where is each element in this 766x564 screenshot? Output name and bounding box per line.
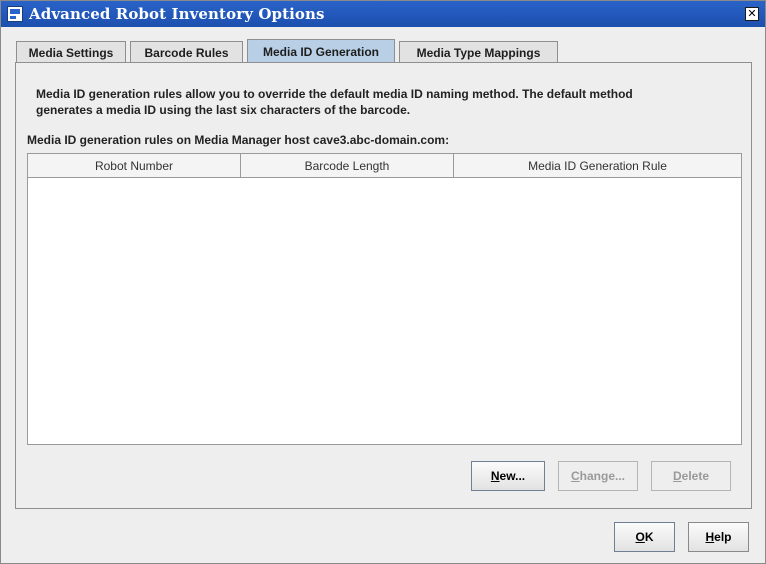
delete-button[interactable]: Delete	[651, 461, 731, 491]
change-button-label-rest: hange...	[579, 469, 625, 483]
ok-button-label-rest: K	[644, 530, 654, 544]
close-button[interactable]: ✕	[745, 7, 759, 21]
change-button-mnemonic: C	[570, 469, 580, 483]
rules-table[interactable]: Robot Number Barcode Length Media ID Gen…	[27, 153, 742, 445]
tab-media-settings[interactable]: Media Settings	[16, 41, 126, 63]
description-line-2: generates a media ID using the last six …	[36, 103, 411, 117]
ok-button-mnemonic: O	[635, 530, 645, 544]
delete-button-mnemonic: D	[672, 469, 682, 483]
help-button-mnemonic: H	[705, 530, 715, 544]
tab-barcode-rules[interactable]: Barcode Rules	[130, 41, 243, 63]
rule-buttons: New... Change... Delete	[458, 461, 731, 491]
app-icon	[7, 6, 23, 22]
window-title: Advanced Robot Inventory Options	[29, 5, 325, 23]
table-body[interactable]	[28, 178, 741, 444]
new-button[interactable]: New...	[471, 461, 545, 491]
dialog-buttons: OK Help	[601, 522, 749, 552]
column-header-media-id-generation-rule[interactable]: Media ID Generation Rule	[454, 154, 741, 177]
new-button-label-rest: ew...	[499, 469, 526, 483]
description-line-1: Media ID generation rules allow you to o…	[36, 87, 633, 101]
tab-media-id-generation[interactable]: Media ID Generation	[247, 39, 395, 63]
help-button-label-rest: elp	[714, 530, 732, 544]
column-header-barcode-length[interactable]: Barcode Length	[241, 154, 454, 177]
change-button[interactable]: Change...	[558, 461, 638, 491]
table-header: Robot Number Barcode Length Media ID Gen…	[28, 154, 741, 178]
dialog-window: Advanced Robot Inventory Options ✕ Media…	[0, 0, 766, 564]
delete-button-label-rest: elete	[681, 469, 710, 483]
tab-panel-media-id-generation: Media ID generation rules allow you to o…	[15, 62, 752, 509]
title-bar[interactable]: Advanced Robot Inventory Options ✕	[1, 1, 765, 27]
ok-button[interactable]: OK	[614, 522, 675, 552]
new-button-mnemonic: N	[490, 469, 500, 483]
tab-bar: Media Settings Barcode Rules Media ID Ge…	[16, 39, 562, 63]
description-text: Media ID generation rules allow you to o…	[36, 86, 736, 118]
tab-media-type-mappings[interactable]: Media Type Mappings	[399, 41, 558, 63]
column-header-robot-number[interactable]: Robot Number	[28, 154, 241, 177]
host-label: Media ID generation rules on Media Manag…	[27, 133, 450, 147]
help-button[interactable]: Help	[688, 522, 749, 552]
